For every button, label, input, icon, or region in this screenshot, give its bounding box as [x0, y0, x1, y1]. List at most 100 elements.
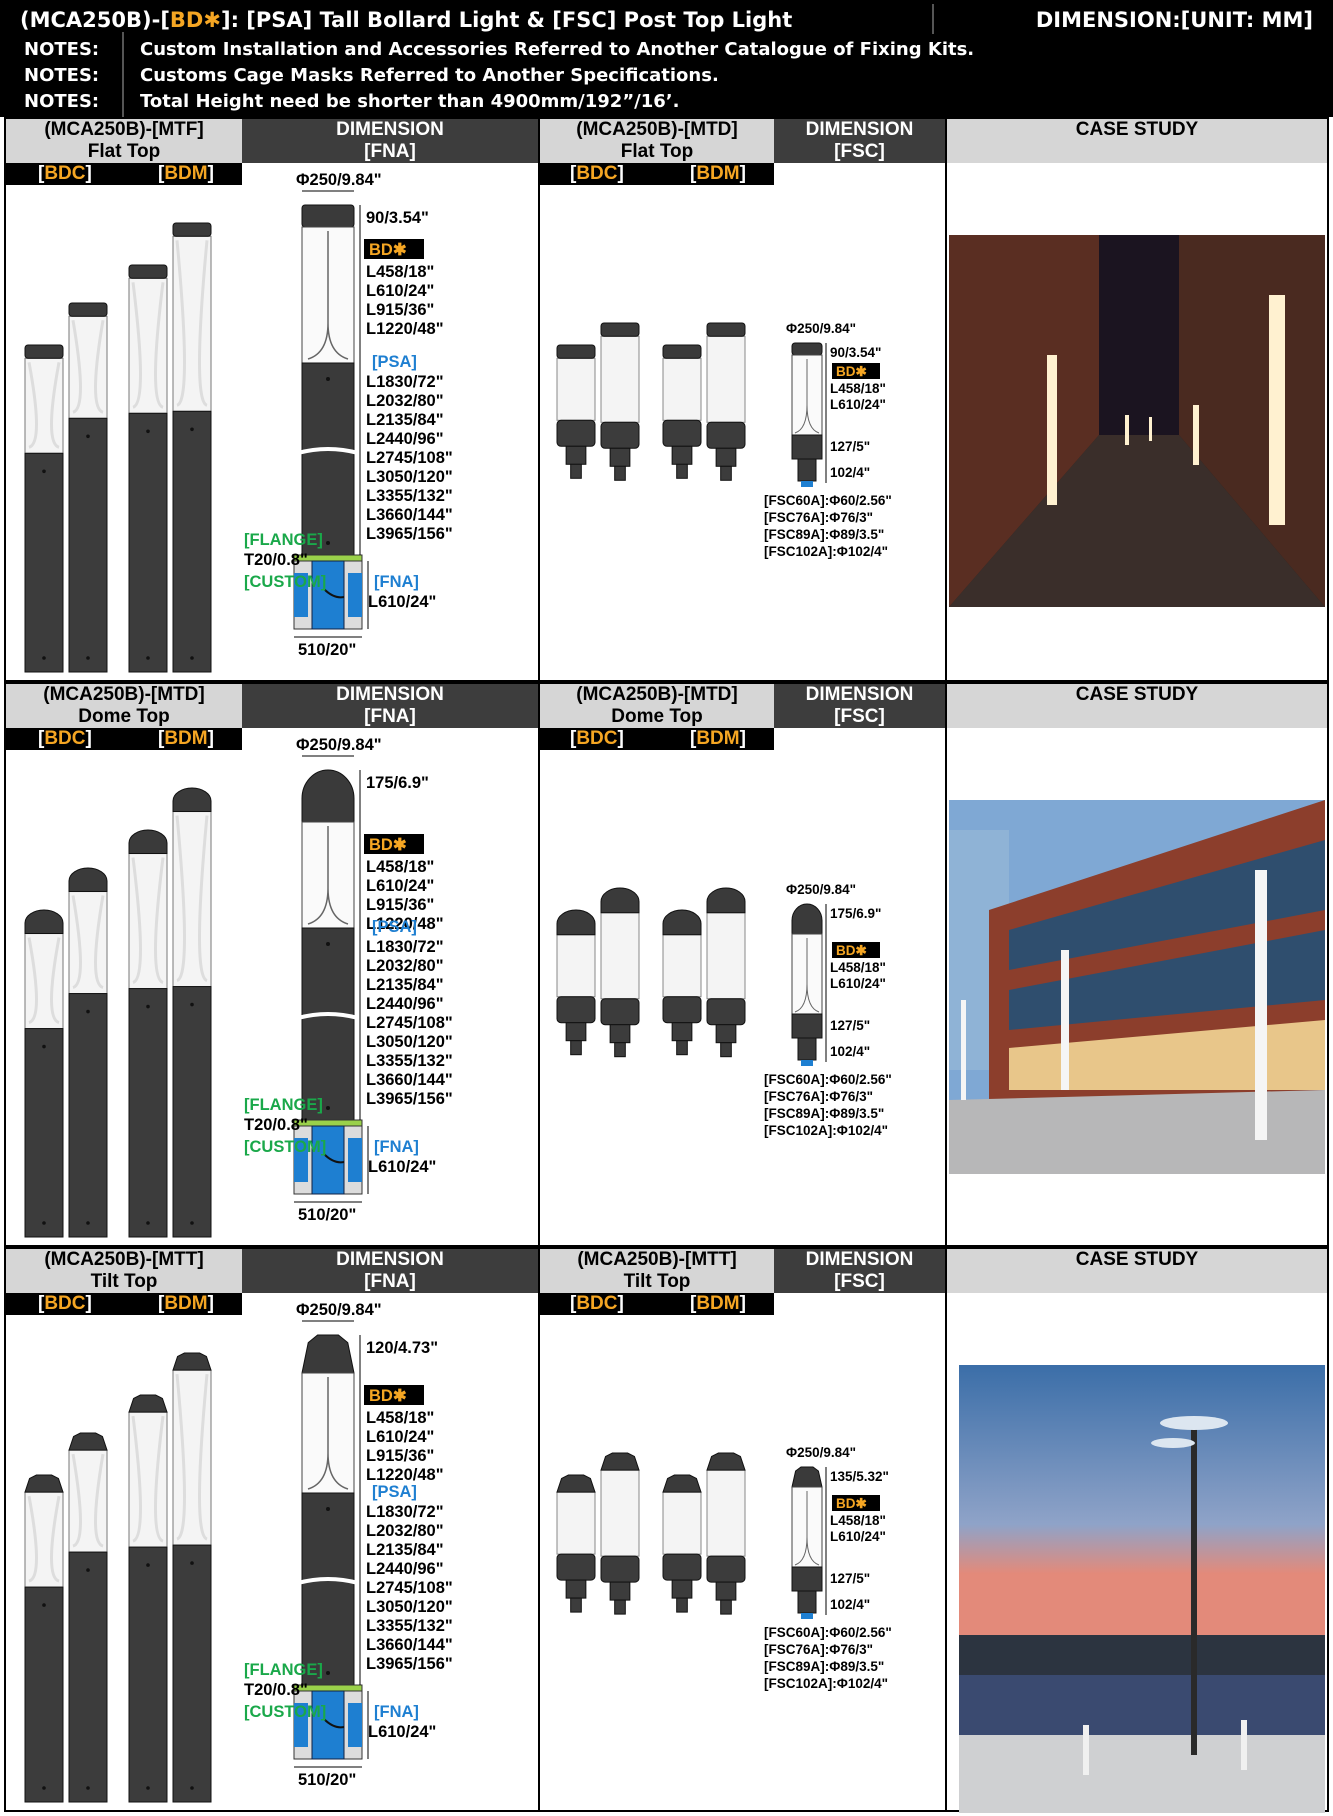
bd-tag: BD✱	[369, 1387, 407, 1405]
bd-length: L458/18"	[366, 858, 434, 876]
fsc-length: L610/24"	[830, 1529, 886, 1544]
dimension-fna-header: DIMENSION [FNA]	[242, 119, 538, 163]
psa-length: L2745/108"	[366, 1579, 453, 1597]
bollard-2	[68, 1432, 108, 1803]
bd-length: L915/36"	[366, 301, 434, 319]
bollard-1	[24, 909, 64, 1238]
flange-thickness: T20/0.8"	[244, 551, 308, 569]
fsc-dimension-drawing: Φ250/9.84" 175/6.9" BD✱ L458/18"L610/24" 127…	[764, 882, 892, 1138]
bollard-1	[24, 344, 64, 673]
unit-label: DIMENSION:[UNIT: MM]	[1035, 8, 1313, 32]
psa-tag: [PSA]	[372, 353, 417, 371]
model-header: (MCA250B)-[MTF] Flat Top	[6, 119, 242, 163]
psa-length: L1830/72"	[366, 373, 444, 391]
tag-bdc: [BDC]	[34, 728, 96, 750]
tag-bdm: [BDM]	[686, 728, 750, 750]
psa-length: L1830/72"	[366, 1503, 444, 1521]
post-top-family-illustration	[556, 887, 746, 1058]
fsc-option: [FSC60A]:Φ60/2.56"	[764, 493, 892, 508]
fsc-length: L458/18"	[830, 1513, 886, 1528]
case-study-photo-alley	[949, 235, 1325, 607]
fsc-bd-tag: BD✱	[836, 1496, 867, 1511]
fsc-cap-height: 90/3.54"	[830, 345, 881, 360]
post-top-1	[556, 1474, 596, 1613]
psa-tag: [PSA]	[372, 1483, 417, 1501]
note-3: Total Height need be shorter than 4900mm…	[140, 91, 680, 112]
psa-length: L2440/96"	[366, 1560, 444, 1578]
fsc-diameter-label: Φ250/9.84"	[786, 321, 856, 336]
bd-length: L610/24"	[366, 282, 434, 300]
fsc-length: L458/18"	[830, 960, 886, 975]
bd-length: L610/24"	[366, 877, 434, 895]
fsc-option: [FSC60A]:Φ60/2.56"	[764, 1625, 892, 1640]
tag-bdm: [BDM]	[686, 163, 750, 185]
bollard-3	[128, 1394, 168, 1803]
fna-length: L610/24"	[368, 1723, 436, 1741]
fna-label: [FNA]	[374, 1703, 419, 1721]
bollard-family-illustration	[24, 1352, 212, 1803]
psa-length: L2135/84"	[366, 976, 444, 994]
post-top-3	[662, 1474, 702, 1613]
fsc-dimension-drawing: Φ250/9.84" 135/5.32" BD✱ L458/18"L610/24" 12…	[764, 1445, 892, 1691]
model-header: (MCA250B)-[MTD] Dome Top	[6, 684, 242, 728]
case-study-header: CASE STUDY	[947, 684, 1327, 728]
bd-length: L610/24"	[366, 1428, 434, 1446]
bollard-3	[128, 829, 168, 1238]
flange-label: [FLANGE]	[244, 531, 323, 549]
dimension-fsc-header: DIMENSION [FSC]	[774, 684, 945, 728]
flange-thickness: T20/0.8"	[244, 1116, 308, 1134]
psa-length: L3050/120"	[366, 468, 453, 486]
diameter-label: Φ250/9.84"	[296, 736, 382, 754]
cap-height-label: 120/4.73"	[366, 1339, 438, 1357]
fsc-diameter-label: Φ250/9.84"	[786, 1445, 856, 1460]
dimension-fsc-header: DIMENSION [FSC]	[774, 119, 945, 163]
bd-tag: BD✱	[369, 241, 407, 259]
flange-label: [FLANGE]	[244, 1661, 323, 1679]
custom-label: [CUSTOM]	[244, 1138, 326, 1156]
base-width: 510/20"	[298, 1206, 356, 1224]
post-top-4	[706, 322, 746, 481]
bd-length: L915/36"	[366, 1447, 434, 1465]
custom-label: [CUSTOM]	[244, 1703, 326, 1721]
bollard-4	[172, 1352, 212, 1803]
fsc-diameter-label: Φ250/9.84"	[786, 882, 856, 897]
psa-length: L3355/132"	[366, 1052, 453, 1070]
bollard-2	[68, 302, 108, 673]
bd-length: L1220/48"	[366, 1466, 444, 1484]
post-top-2	[600, 322, 640, 481]
fsc-cap-height: 135/5.32"	[830, 1469, 889, 1484]
case-study-photo-waterfront	[959, 1365, 1325, 1813]
tag-bdm: [BDM]	[154, 728, 218, 750]
notes-label: NOTES:	[24, 65, 100, 86]
fsc-bd-tag: BD✱	[836, 364, 867, 379]
psa-length: L2032/80"	[366, 957, 444, 975]
tag-bdc: [BDC]	[34, 1293, 96, 1315]
post-top-4	[706, 887, 746, 1058]
notes-label: NOTES:	[24, 91, 100, 112]
fna-length: L610/24"	[368, 593, 436, 611]
fna-dimension-drawing: Φ250/9.84"175/6.9"BD✱L458/18"L610/24"L91…	[244, 736, 453, 1224]
fsc-h1: 127/5"	[830, 439, 870, 454]
fsc-option: [FSC76A]:Φ76/3"	[764, 1089, 873, 1104]
tag-bdm: [BDM]	[154, 1293, 218, 1315]
psa-length: L2135/84"	[366, 1541, 444, 1559]
bollard-family-illustration	[24, 222, 212, 673]
model-fsc-header: (MCA250B)-[MTD] Flat Top	[540, 119, 774, 163]
post-top-1	[556, 909, 596, 1056]
tag-bdm: [BDM]	[154, 163, 218, 185]
post-top-2	[600, 1452, 640, 1615]
bollard-2	[68, 867, 108, 1238]
fsc-option: [FSC89A]:Φ89/3.5"	[764, 527, 884, 542]
custom-label: [CUSTOM]	[244, 573, 326, 591]
psa-tag: [PSA]	[372, 918, 417, 936]
fsc-option: [FSC102A]:Φ102/4"	[764, 1123, 888, 1138]
psa-length: L2745/108"	[366, 1014, 453, 1032]
fsc-length: L458/18"	[830, 381, 886, 396]
cap-height-label: 175/6.9"	[366, 774, 429, 792]
tag-bdc: [BDC]	[566, 728, 628, 750]
case-study-header: CASE STUDY	[947, 119, 1327, 163]
notes-label: NOTES:	[24, 39, 100, 60]
fna-dimension-drawing: Φ250/9.84"120/4.73"BD✱L458/18"L610/24"L9…	[244, 1301, 453, 1789]
flange-thickness: T20/0.8"	[244, 1681, 308, 1699]
cap-height-label: 90/3.54"	[366, 209, 429, 227]
